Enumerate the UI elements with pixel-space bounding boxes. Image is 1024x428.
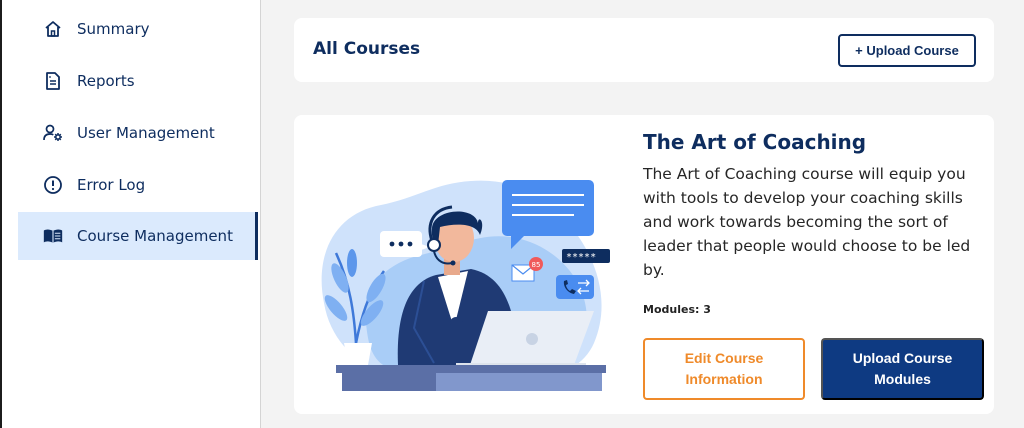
desk-illustration bbox=[336, 365, 606, 391]
course-title: The Art of Coaching bbox=[643, 130, 867, 154]
modules-count: Modules: 3 bbox=[643, 303, 711, 316]
edit-course-label: Edit Course Information bbox=[684, 350, 764, 387]
sidebar-item-course-management[interactable]: Course Management bbox=[18, 212, 258, 260]
sidebar-item-reports[interactable]: Reports bbox=[18, 57, 258, 105]
upload-course-modules-button[interactable]: Upload Course Modules bbox=[821, 338, 984, 400]
svg-text:85: 85 bbox=[532, 261, 541, 269]
courses-header: All Courses + Upload Course bbox=[294, 18, 994, 82]
course-card: ***** 85 The Art of Coaching The Art of … bbox=[294, 115, 994, 414]
sidebar-item-label: Course Management bbox=[77, 227, 233, 245]
home-icon bbox=[42, 18, 64, 40]
svg-text:*****: ***** bbox=[566, 252, 596, 263]
upload-course-button[interactable]: + Upload Course bbox=[838, 34, 976, 67]
sidebar-item-summary[interactable]: Summary bbox=[18, 5, 258, 53]
upload-modules-label: Upload Course Modules bbox=[852, 350, 953, 387]
book-icon bbox=[42, 225, 64, 247]
sidebar-item-label: Summary bbox=[77, 20, 150, 38]
page-title: All Courses bbox=[313, 39, 421, 59]
edit-course-information-button[interactable]: Edit Course Information bbox=[643, 338, 805, 400]
course-description: The Art of Coaching course will equip yo… bbox=[643, 165, 971, 279]
sidebar-item-user-management[interactable]: User Management bbox=[18, 109, 258, 157]
sidebar-item-label: User Management bbox=[77, 124, 215, 142]
password-field-illustration: ***** bbox=[562, 249, 610, 263]
user-settings-icon bbox=[42, 122, 64, 144]
sidebar-item-error-log[interactable]: Error Log bbox=[18, 161, 258, 209]
document-icon bbox=[42, 70, 64, 92]
course-illustration: ***** 85 bbox=[306, 153, 622, 397]
sidebar: Summary Reports User Management Error Lo… bbox=[2, 0, 261, 428]
phone-transfer-icon bbox=[556, 275, 594, 299]
sidebar-item-label: Error Log bbox=[77, 176, 146, 194]
sidebar-item-label: Reports bbox=[77, 72, 135, 90]
alert-circle-icon bbox=[42, 174, 64, 196]
